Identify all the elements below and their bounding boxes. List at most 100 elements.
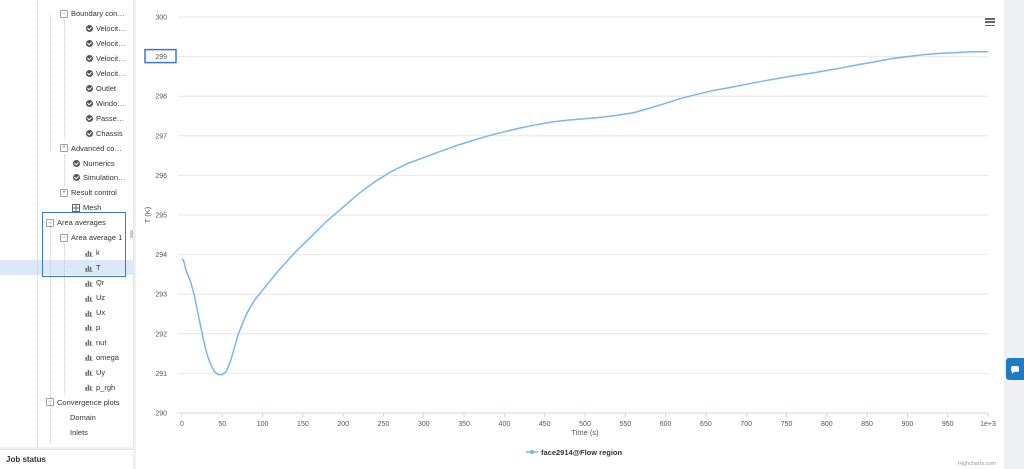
bar-chart-glyph bbox=[85, 325, 93, 331]
bar-chart-icon bbox=[85, 294, 93, 302]
bar-chart-icon bbox=[85, 383, 93, 391]
bar-chart-glyph bbox=[85, 280, 93, 287]
tree-item-numerics[interactable]: Numerics bbox=[0, 156, 133, 171]
tree-item-label: Mesh bbox=[83, 203, 102, 213]
tree-item-advanced-conce[interactable]: +Advanced conce... bbox=[0, 141, 133, 156]
bar-chart-glyph bbox=[85, 370, 93, 376]
tree-item-label: p bbox=[96, 322, 101, 332]
check-mark-icon bbox=[85, 99, 93, 107]
tree-item-ux[interactable]: Ux bbox=[0, 305, 133, 320]
tree-item-passeng[interactable]: Passeng... bbox=[0, 111, 133, 126]
tree-item-label: Simulation c... bbox=[83, 173, 126, 183]
tree-item-label: nut bbox=[96, 337, 107, 347]
tree-guide-line bbox=[37, 0, 38, 447]
bar-chart-glyph bbox=[85, 295, 93, 302]
chat-bubble-icon bbox=[1011, 366, 1019, 374]
check-circle-icon bbox=[85, 114, 93, 122]
tree-item-qr[interactable]: Qr bbox=[0, 275, 133, 290]
tree-item-result-control[interactable]: + Result control bbox=[0, 185, 133, 200]
tree-item-label: Velocity... bbox=[96, 38, 126, 48]
tree-guide-line bbox=[64, 20, 65, 138]
tree-guide-line bbox=[50, 402, 51, 443]
expand-icon[interactable]: + bbox=[60, 188, 68, 197]
chat-button[interactable] bbox=[1006, 358, 1024, 380]
tree-item-domain[interactable]: Domain bbox=[0, 410, 133, 425]
expand-icon[interactable]: + bbox=[60, 144, 68, 153]
panel-resize-handle[interactable] bbox=[130, 230, 133, 238]
tree-item-label: Passeng... bbox=[96, 113, 126, 123]
mesh-glyph bbox=[72, 203, 80, 212]
check-mark-icon bbox=[72, 159, 80, 167]
check-mark-icon bbox=[72, 174, 80, 182]
bar-chart-icon bbox=[85, 279, 93, 287]
check-circle-icon bbox=[72, 159, 80, 167]
hamburger-icon-bar bbox=[985, 21, 995, 23]
check-mark-icon bbox=[85, 24, 93, 32]
tree-item-label: Boundary condit... bbox=[71, 9, 126, 18]
mesh-icon bbox=[72, 203, 80, 212]
tree-item-label: Ux bbox=[96, 308, 106, 317]
job-status-label: Job status bbox=[6, 455, 47, 464]
check-mark-icon bbox=[85, 69, 93, 77]
tree-item-simulation-c[interactable]: Simulation c... bbox=[0, 170, 133, 185]
tree-guide-line bbox=[64, 154, 65, 185]
tree-item-label: Velocity... bbox=[96, 23, 126, 33]
tree-item-label: Velocity... bbox=[96, 53, 126, 63]
job-status-header[interactable]: Job status bbox=[0, 449, 133, 469]
bar-chart-icon bbox=[85, 368, 93, 376]
chart-panel bbox=[136, 0, 1004, 469]
tree-item-label: p_rgh bbox=[96, 382, 116, 392]
tree-item-label: Inlets bbox=[70, 427, 88, 437]
tree-item-velocity[interactable]: Velocity... bbox=[0, 21, 133, 36]
tree-item-boundary-condit[interactable]: − Boundary condit... bbox=[0, 6, 133, 21]
tree-item-label: omega bbox=[96, 352, 119, 362]
bar-chart-icon bbox=[85, 353, 93, 361]
bar-chart-glyph bbox=[85, 340, 93, 346]
tree-item-uy[interactable]: Uy bbox=[0, 365, 133, 380]
tree-item-label: Uy bbox=[96, 367, 106, 377]
check-mark-icon bbox=[85, 54, 93, 62]
tree-item-p[interactable]: p bbox=[0, 320, 133, 335]
tree-item-label: Outlet bbox=[96, 83, 117, 93]
check-circle-icon bbox=[85, 39, 93, 47]
tree-item-velocity[interactable]: Velocity... bbox=[0, 36, 133, 51]
tree-item-label: Advanced conce... bbox=[71, 143, 126, 153]
tree-guide-line bbox=[50, 14, 51, 149]
tree-item-label: Domain bbox=[70, 412, 96, 422]
tree-item-velocity[interactable]: Velocity... bbox=[0, 66, 133, 81]
bar-chart-icon bbox=[85, 338, 93, 346]
tree-item-outlet[interactable]: Outlet bbox=[0, 81, 133, 96]
tree-item-velocity[interactable]: Velocity... bbox=[0, 51, 133, 66]
hamburger-icon-bar bbox=[985, 24, 995, 27]
bar-chart-icon bbox=[85, 309, 93, 317]
tree-item-omega[interactable]: omega bbox=[0, 350, 133, 365]
tree-item-inlets[interactable]: Inlets bbox=[0, 425, 133, 440]
bar-chart-glyph bbox=[85, 385, 93, 391]
tree-item-label: Uz bbox=[96, 293, 106, 303]
check-circle-icon bbox=[85, 24, 93, 32]
tree-item-label: Velocity... bbox=[96, 68, 126, 78]
tree-item-label: Qr bbox=[96, 278, 105, 288]
tree-item-label: Chassis bbox=[96, 128, 123, 138]
tree-item-label: Numerics bbox=[83, 158, 115, 168]
bar-chart-glyph bbox=[85, 355, 93, 361]
tree-item-nut[interactable]: nut bbox=[0, 335, 133, 350]
tree-item-label: Result control bbox=[71, 188, 117, 198]
check-mark-icon bbox=[85, 129, 93, 137]
chart-menu-button[interactable] bbox=[985, 18, 995, 27]
selection-highlight-box bbox=[42, 212, 126, 278]
tree-item-convergence-plots[interactable]: − Convergence plots bbox=[0, 395, 133, 410]
tree-item-uz[interactable]: Uz bbox=[0, 290, 133, 305]
tree-item-label: Convergence plots bbox=[57, 397, 120, 407]
tree-item-chassis[interactable]: Chassis bbox=[0, 126, 133, 141]
simulation-tree-panel: − Boundary condit... Velocity... Velocity..… bbox=[0, 0, 134, 447]
check-circle-icon bbox=[85, 99, 93, 107]
tree-item-windows[interactable]: Windows bbox=[0, 96, 133, 111]
collapse-icon[interactable]: − bbox=[60, 9, 68, 18]
hamburger-icon bbox=[985, 18, 995, 20]
check-circle-icon bbox=[85, 54, 93, 62]
check-circle-icon bbox=[85, 69, 93, 77]
tree-item-label: Windows bbox=[96, 98, 126, 108]
tree-item-p-rgh[interactable]: p_rgh bbox=[0, 380, 133, 395]
check-circle-icon bbox=[72, 174, 80, 182]
